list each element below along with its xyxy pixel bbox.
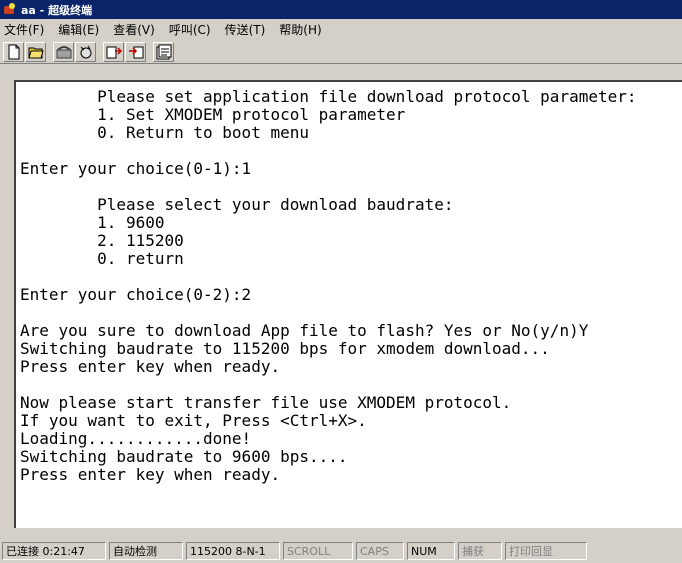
send-button[interactable] — [103, 41, 124, 62]
receive-icon — [128, 46, 143, 58]
menu-help[interactable]: 帮助(H) — [279, 21, 321, 38]
terminal-line: Loading............done! — [20, 429, 252, 448]
terminal-line: Now please start transfer file use XMODE… — [20, 393, 512, 412]
menu-transfer[interactable]: 传送(T) — [225, 21, 266, 38]
terminal-line: Are you sure to download App file to fla… — [20, 321, 589, 340]
new-file-icon — [8, 44, 19, 59]
dial-button[interactable] — [53, 41, 74, 62]
new-file-button[interactable] — [3, 41, 24, 62]
status-capture: 捕获 — [458, 542, 502, 560]
receive-button[interactable] — [125, 41, 146, 62]
terminal-line: 2. 115200 — [20, 231, 184, 250]
terminal-line: Press enter key when ready. — [20, 465, 281, 484]
window-title: aa - 超级终端 — [21, 3, 93, 17]
terminal-line: Press enter key when ready. — [20, 357, 281, 376]
terminal-line: Switching baudrate to 9600 bps.... — [20, 447, 348, 466]
status-caps: CAPS — [356, 542, 404, 560]
terminal-line: 0. Return to boot menu — [20, 123, 309, 142]
hang-up-button[interactable] — [75, 41, 96, 62]
hang-up-icon — [80, 45, 91, 58]
menu-call[interactable]: 呼叫(C) — [169, 21, 211, 38]
properties-button[interactable] — [153, 41, 174, 62]
title-bar: aa - 超级终端 — [0, 0, 682, 19]
terminal-output[interactable]: Please set application file download pro… — [16, 82, 682, 484]
open-folder-icon — [27, 47, 44, 58]
terminal-line: If you want to exit, Press <Ctrl+X>. — [20, 411, 367, 430]
terminal-line: Please set application file download pro… — [20, 87, 637, 106]
menu-bar: 文件(F) 编辑(E) 查看(V) 呼叫(C) 传送(T) 帮助(H) — [0, 19, 682, 40]
status-connected: 已连接 0:21:47 — [2, 542, 106, 560]
hyperterminal-app-icon — [3, 2, 17, 17]
menu-view[interactable]: 查看(V) — [113, 21, 155, 38]
status-auto-detect: 自动检测 — [109, 542, 183, 560]
status-bar: 已连接 0:21:47 自动检测 115200 8-N-1 SCROLL CAP… — [0, 539, 682, 563]
toolbar — [0, 40, 682, 64]
terminal-line: Enter your choice(0-1):1 — [20, 159, 252, 178]
status-scroll: SCROLL — [283, 542, 353, 560]
terminal-window[interactable]: Please set application file download pro… — [14, 80, 682, 528]
terminal-line: Enter your choice(0-2):2 — [20, 285, 252, 304]
terminal-line: 1. 9600 — [20, 213, 165, 232]
open-button[interactable] — [25, 41, 46, 62]
menu-edit[interactable]: 编辑(E) — [58, 21, 99, 38]
terminal-line: 0. return — [20, 249, 184, 268]
status-num: NUM — [407, 542, 455, 560]
status-print-echo: 打印回显 — [505, 542, 587, 560]
menu-file[interactable]: 文件(F) — [4, 21, 44, 38]
status-port-params: 115200 8-N-1 — [186, 542, 280, 560]
send-icon — [106, 46, 122, 58]
terminal-line: Switching baudrate to 115200 bps for xmo… — [20, 339, 550, 358]
terminal-line: Please select your download baudrate: — [20, 195, 454, 214]
terminal-line: 1. Set XMODEM protocol parameter — [20, 105, 406, 124]
dial-icon — [56, 45, 71, 58]
properties-icon — [156, 44, 171, 59]
